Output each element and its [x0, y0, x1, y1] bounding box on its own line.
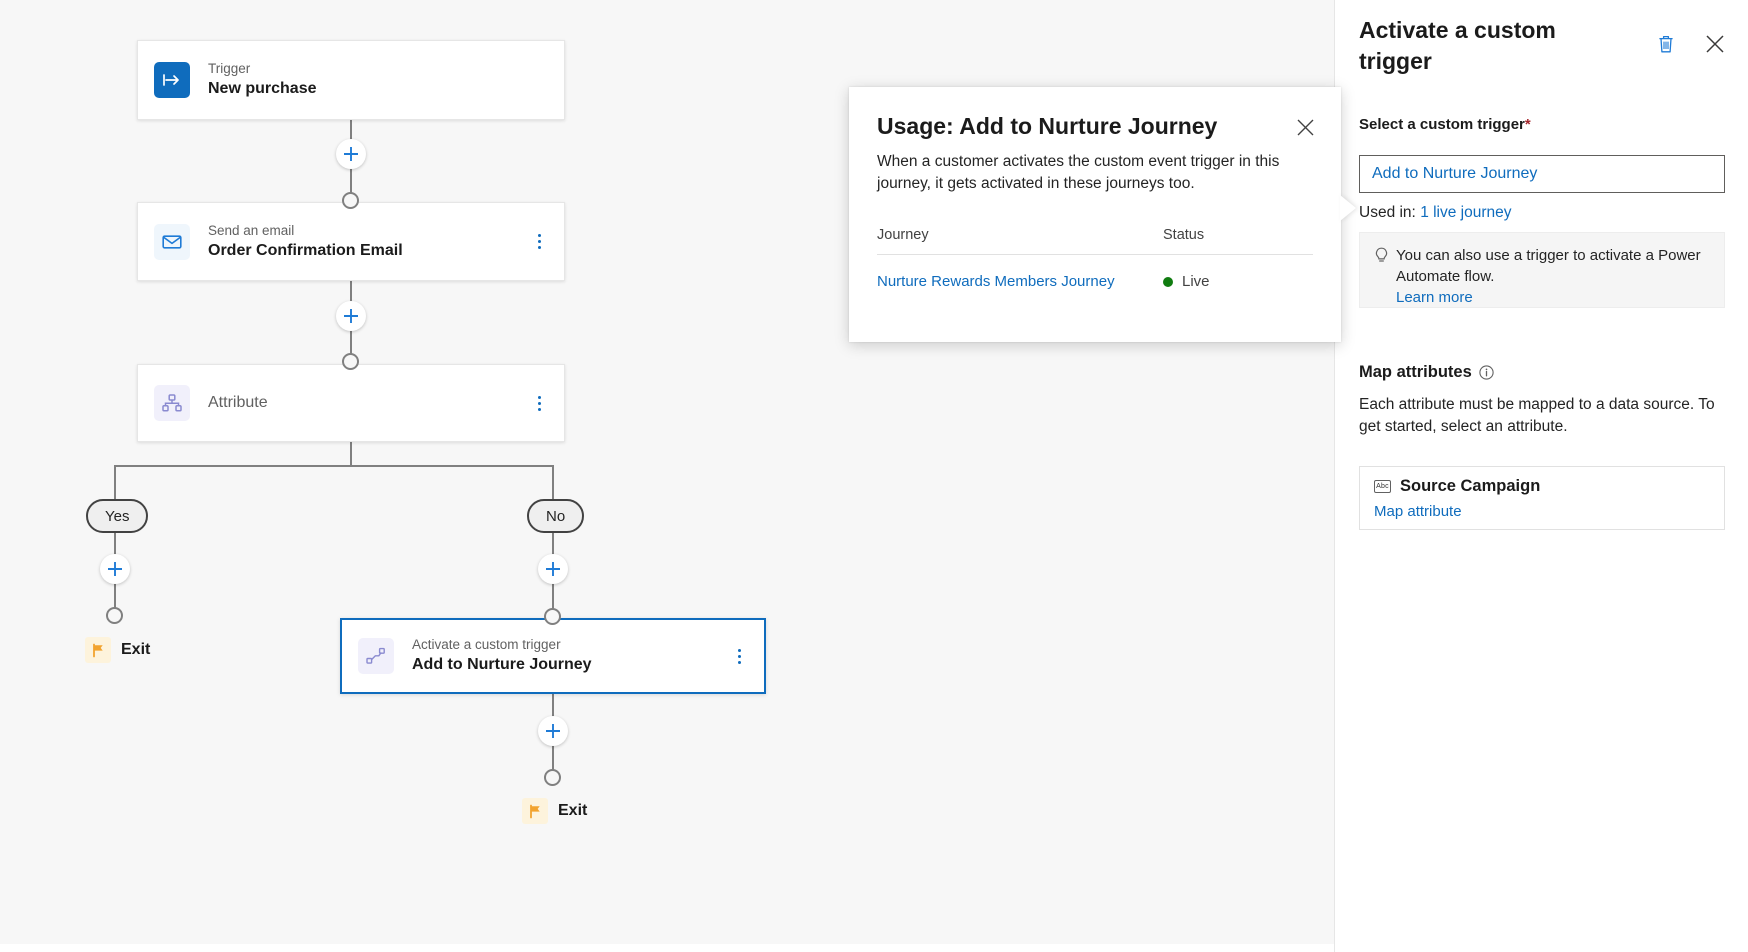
add-step-button[interactable] [336, 139, 366, 169]
connector-dot [106, 607, 123, 624]
column-header-status: Status [1163, 227, 1313, 243]
usage-popup-pointer [1340, 195, 1356, 221]
tip-text: You can also use a trigger to activate a… [1396, 245, 1710, 295]
trash-icon[interactable] [1652, 30, 1680, 58]
flow-node-text: Send an email Order Confirmation Email [208, 223, 403, 261]
attribute-card[interactable]: Abc Source Campaign Map attribute [1359, 466, 1725, 530]
flow-node-kicker: Send an email [208, 223, 403, 239]
flow-node-title: Order Confirmation Email [208, 241, 403, 261]
exit-label: Exit [558, 802, 587, 820]
used-in-link[interactable]: 1 live journey [1420, 204, 1511, 221]
flow-node-kicker: Activate a custom trigger [412, 637, 592, 653]
flow-node-title: New purchase [208, 79, 316, 99]
trigger-arrow-icon [154, 62, 190, 98]
flow-node-trigger[interactable]: Trigger New purchase [137, 40, 565, 120]
flow-node-text: Activate a custom trigger Add to Nurture… [412, 637, 592, 675]
tip-box: You can also use a trigger to activate a… [1359, 232, 1725, 308]
usage-popup-title: Usage: Add to Nurture Journey [877, 113, 1217, 140]
flow-node-text: Trigger New purchase [208, 61, 316, 99]
flow-node-activate-custom-trigger[interactable]: Activate a custom trigger Add to Nurture… [340, 618, 766, 694]
column-header-journey: Journey [877, 227, 1163, 243]
custom-trigger-select[interactable]: Add to Nurture Journey [1359, 155, 1725, 193]
status-dot-icon [1163, 277, 1173, 287]
connector-dot [342, 353, 359, 370]
add-step-button[interactable] [538, 554, 568, 584]
branch-pill-label: No [546, 508, 565, 525]
exit-node[interactable]: Exit [85, 637, 150, 663]
custom-trigger-select-value: Add to Nurture Journey [1372, 165, 1537, 183]
flow-node-more-menu[interactable] [530, 231, 548, 253]
flow-node-send-email[interactable]: Send an email Order Confirmation Email [137, 202, 565, 281]
tip-message: You can also use a trigger to activate a… [1396, 247, 1701, 285]
abc-text-icon: Abc [1374, 480, 1391, 493]
close-icon[interactable] [1291, 113, 1319, 141]
properties-panel: Activate a custom trigger Select a custo… [1334, 0, 1748, 952]
add-step-button[interactable] [336, 301, 366, 331]
map-attributes-description: Each attribute must be mapped to a data … [1359, 394, 1725, 438]
exit-node[interactable]: Exit [522, 798, 587, 824]
map-attributes-heading: Map attributes [1359, 363, 1494, 382]
connector-line [552, 465, 554, 503]
select-trigger-label: Select a custom trigger* [1359, 116, 1531, 133]
branch-pill-no[interactable]: No [527, 499, 584, 533]
flow-node-more-menu[interactable] [530, 392, 548, 414]
info-icon[interactable] [1479, 365, 1494, 380]
flag-icon [85, 637, 111, 663]
panel-title: Activate a custom trigger [1359, 15, 1589, 76]
map-attributes-heading-text: Map attributes [1359, 363, 1472, 382]
lightbulb-icon [1374, 245, 1396, 295]
add-step-button[interactable] [100, 554, 130, 584]
flow-node-title: Add to Nurture Journey [412, 655, 592, 675]
close-icon[interactable] [1701, 30, 1729, 58]
usage-popup-description: When a customer activates the custom eve… [877, 151, 1309, 195]
select-trigger-label-text: Select a custom trigger [1359, 116, 1525, 133]
branch-pill-yes[interactable]: Yes [86, 499, 148, 533]
journey-link[interactable]: Nurture Rewards Members Journey [877, 273, 1163, 290]
attribute-card-header: Abc Source Campaign [1374, 477, 1710, 496]
status-badge: Live [1163, 273, 1313, 290]
add-step-button[interactable] [538, 716, 568, 746]
flow-node-kicker: Trigger [208, 61, 316, 77]
used-in-prefix: Used in: [1359, 204, 1416, 221]
canvas-bottom-strip [0, 944, 1334, 952]
connector-dot [544, 769, 561, 786]
learn-more-link[interactable]: Learn more [1396, 289, 1473, 306]
envelope-icon [154, 224, 190, 260]
connector-line [114, 465, 116, 503]
usage-table-header: Journey Status [877, 227, 1313, 254]
connector-dot [342, 192, 359, 209]
exit-label: Exit [121, 641, 150, 659]
table-row: Nurture Rewards Members Journey Live [877, 255, 1313, 290]
connector-dot [544, 608, 561, 625]
connector-line [350, 442, 352, 466]
flow-node-text: Attribute [208, 393, 268, 413]
required-marker: * [1525, 116, 1531, 133]
hierarchy-icon [154, 385, 190, 421]
custom-trigger-icon [358, 638, 394, 674]
flow-node-kicker: Attribute [208, 393, 268, 413]
flag-icon [522, 798, 548, 824]
app-root: Trigger New purchase Send an email Order… [0, 0, 1748, 952]
usage-popup: Usage: Add to Nurture Journey When a cus… [849, 87, 1341, 342]
flow-node-more-menu[interactable] [730, 645, 748, 667]
usage-table: Journey Status Nurture Rewards Members J… [877, 227, 1313, 290]
branch-pill-label: Yes [105, 508, 129, 525]
attribute-name: Source Campaign [1400, 477, 1540, 496]
used-in-row: Used in: 1 live journey [1359, 204, 1512, 222]
connector-line [114, 465, 554, 467]
status-label: Live [1182, 273, 1210, 290]
map-attribute-link[interactable]: Map attribute [1374, 503, 1710, 520]
flow-node-attribute[interactable]: Attribute [137, 364, 565, 442]
